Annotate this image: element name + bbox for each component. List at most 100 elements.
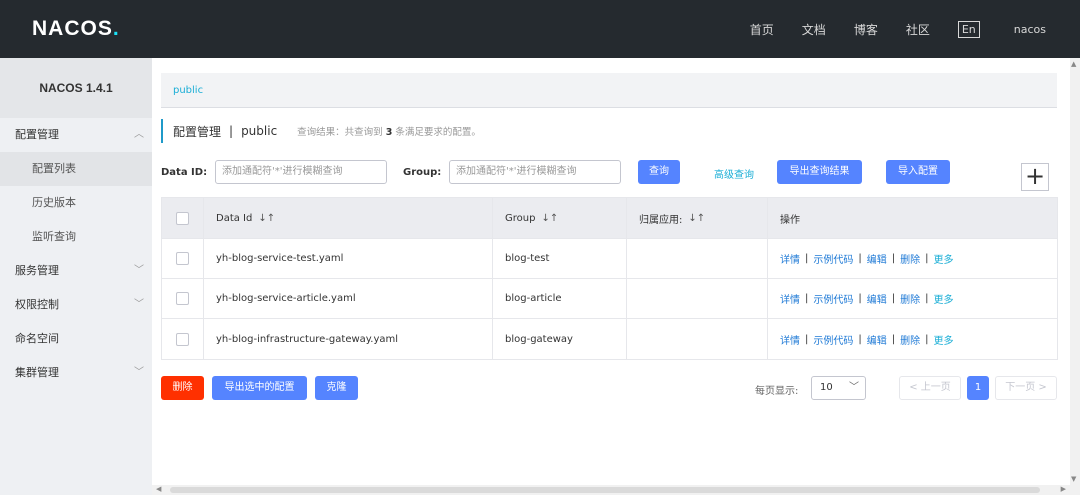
next-page-button[interactable]: 下一页 > [995,376,1057,400]
page-title-namespace: public [241,124,278,138]
op-delete-link[interactable]: 删除 [900,291,920,306]
query-button[interactable]: 查询 [638,160,680,184]
scroll-up-arrow-icon[interactable]: ▲ [1071,60,1076,68]
main-content: public 配置管理 | public 查询结果：共查询到 3 条满足要求的配… [152,58,1070,485]
config-table: Data Id ↓↑ Group ↓↑ 归属应用: ↓↑ 操作 yh-blog-ser… [161,197,1058,360]
cell-group: blog-article [493,279,627,318]
table-row: yh-blog-service-article.yaml blog-articl… [162,279,1057,319]
sidebar-group-config-management[interactable]: 配置管理 ︿ [0,118,152,152]
chevron-up-icon: ︿ [134,129,144,140]
scroll-left-arrow-icon[interactable]: ◀ [156,485,161,493]
top-nav-links: 首页 文档 博客 社区 En nacos [750,0,1080,58]
op-sample-code-link[interactable]: 示例代码 [813,251,853,266]
select-all-cell [162,198,204,238]
add-config-plus-icon[interactable]: + [1021,163,1049,191]
op-details-link[interactable]: 详情 [780,251,800,266]
scroll-down-arrow-icon[interactable]: ▼ [1071,475,1076,483]
op-details-link[interactable]: 详情 [780,332,800,347]
op-more-link[interactable]: 更多 [934,332,954,347]
header-group[interactable]: Group ↓↑ [493,198,627,238]
title-separator: | [229,124,234,138]
filter-bar: Data ID: 添加通配符'*'进行模糊查询 Group: 添加通配符'*'进… [161,160,1061,186]
cell-data-id: yh-blog-infrastructure-gateway.yaml [204,319,493,359]
page-title: 配置管理 | public 查询结果：共查询到 3 条满足要求的配置。 [161,119,481,143]
import-config-button[interactable]: 导入配置 [886,160,950,184]
cell-app [627,279,768,318]
group-input[interactable]: 添加通配符'*'进行模糊查询 [449,160,621,184]
cell-app [627,319,768,359]
sort-icon[interactable]: ↓↑ [688,213,705,224]
cell-group: blog-gateway [493,319,627,359]
row-checkbox[interactable] [176,252,189,265]
scroll-right-arrow-icon[interactable]: ▶ [1061,485,1066,493]
table-row: yh-blog-infrastructure-gateway.yaml blog… [162,319,1057,359]
user-menu[interactable]: nacos [1014,23,1046,36]
group-label: Group: [403,167,442,178]
header-app[interactable]: 归属应用: ↓↑ [627,198,768,238]
op-edit-link[interactable]: 编辑 [867,251,887,266]
sidebar-item-history[interactable]: 历史版本 [0,186,152,220]
vertical-scrollbar[interactable]: ▲ ▼ [1070,58,1080,495]
op-sample-code-link[interactable]: 示例代码 [813,332,853,347]
horizontal-scroll-thumb[interactable] [170,487,1040,493]
data-id-input[interactable]: 添加通配符'*'进行模糊查询 [215,160,387,184]
nav-docs-link[interactable]: 文档 [802,21,826,38]
cell-operations: 详情 | 示例代码 | 编辑 | 删除 | 更多 [780,332,954,347]
namespace-link-public[interactable]: public [173,85,203,96]
bottom-toolbar: 删除 导出选中的配置 克隆 每页显示: 10 ﹀ < 上一页 1 下一页 > [161,376,1058,400]
horizontal-scrollbar[interactable]: ◀ ▶ [152,485,1070,495]
chevron-down-icon: ﹀ [849,382,859,393]
op-details-link[interactable]: 详情 [780,291,800,306]
top-navbar: NACOS. 首页 文档 博客 社区 En nacos [0,0,1080,58]
sidebar-group-cluster-management[interactable]: 集群管理 ﹀ [0,356,152,390]
nav-blog-link[interactable]: 博客 [854,21,878,38]
sidebar-item-namespace[interactable]: 命名空间 [0,322,152,356]
sort-icon[interactable]: ↓↑ [258,213,275,224]
page-1-button[interactable]: 1 [967,376,989,400]
cell-group: blog-test [493,239,627,278]
data-id-label: Data ID: [161,167,208,178]
op-edit-link[interactable]: 编辑 [867,332,887,347]
select-all-checkbox[interactable] [176,211,189,225]
sidebar-group-service-management[interactable]: 服务管理 ﹀ [0,254,152,288]
language-toggle-button[interactable]: En [957,20,980,38]
chevron-down-icon: ﹀ [134,265,144,276]
page-size-label: 每页显示: [755,386,799,397]
page-title-text: 配置管理 [173,124,222,139]
prev-page-button[interactable]: < 上一页 [899,376,961,400]
header-data-id[interactable]: Data Id ↓↑ [204,198,493,238]
op-edit-link[interactable]: 编辑 [867,291,887,306]
cell-operations: 详情 | 示例代码 | 编辑 | 删除 | 更多 [780,291,954,306]
op-more-link[interactable]: 更多 [934,291,954,306]
cell-app [627,239,768,278]
op-sample-code-link[interactable]: 示例代码 [813,291,853,306]
sidebar-group-access-control[interactable]: 权限控制 ﹀ [0,288,152,322]
advanced-query-link[interactable]: 高级查询 [714,166,754,181]
row-checkbox[interactable] [176,292,189,305]
cell-data-id: yh-blog-service-test.yaml [204,239,493,278]
nav-home-link[interactable]: 首页 [750,21,774,38]
nav-community-link[interactable]: 社区 [906,21,930,38]
query-result-hint: 查询结果：共查询到 3 条满足要求的配置。 [297,127,481,138]
sidebar-item-listener-query[interactable]: 监听查询 [0,220,152,254]
clone-button[interactable]: 克隆 [315,376,358,400]
cell-operations: 详情 | 示例代码 | 编辑 | 删除 | 更多 [780,251,954,266]
cell-data-id: yh-blog-service-article.yaml [204,279,493,318]
export-selected-button[interactable]: 导出选中的配置 [212,376,307,400]
sidebar: NACOS 1.4.1 配置管理 ︿ 配置列表 历史版本 监听查询 服务管理 ﹀ 权… [0,58,152,495]
chevron-down-icon: ﹀ [134,299,144,310]
nacos-logo[interactable]: NACOS. [32,17,120,41]
op-more-link[interactable]: 更多 [934,251,954,266]
row-checkbox[interactable] [176,332,189,346]
sidebar-item-config-list[interactable]: 配置列表 [0,152,152,186]
page-size-select[interactable]: 10 ﹀ [811,376,866,400]
sort-icon[interactable]: ↓↑ [541,213,558,224]
batch-delete-button[interactable]: 删除 [161,376,204,400]
chevron-down-icon: ﹀ [134,367,144,378]
op-delete-link[interactable]: 删除 [900,332,920,347]
table-header-row: Data Id ↓↑ Group ↓↑ 归属应用: ↓↑ 操作 [162,198,1057,239]
header-operations: 操作 [780,214,800,226]
export-query-results-button[interactable]: 导出查询结果 [777,160,862,184]
table-row: yh-blog-service-test.yaml blog-test 详情 | … [162,239,1057,279]
op-delete-link[interactable]: 删除 [900,251,920,266]
